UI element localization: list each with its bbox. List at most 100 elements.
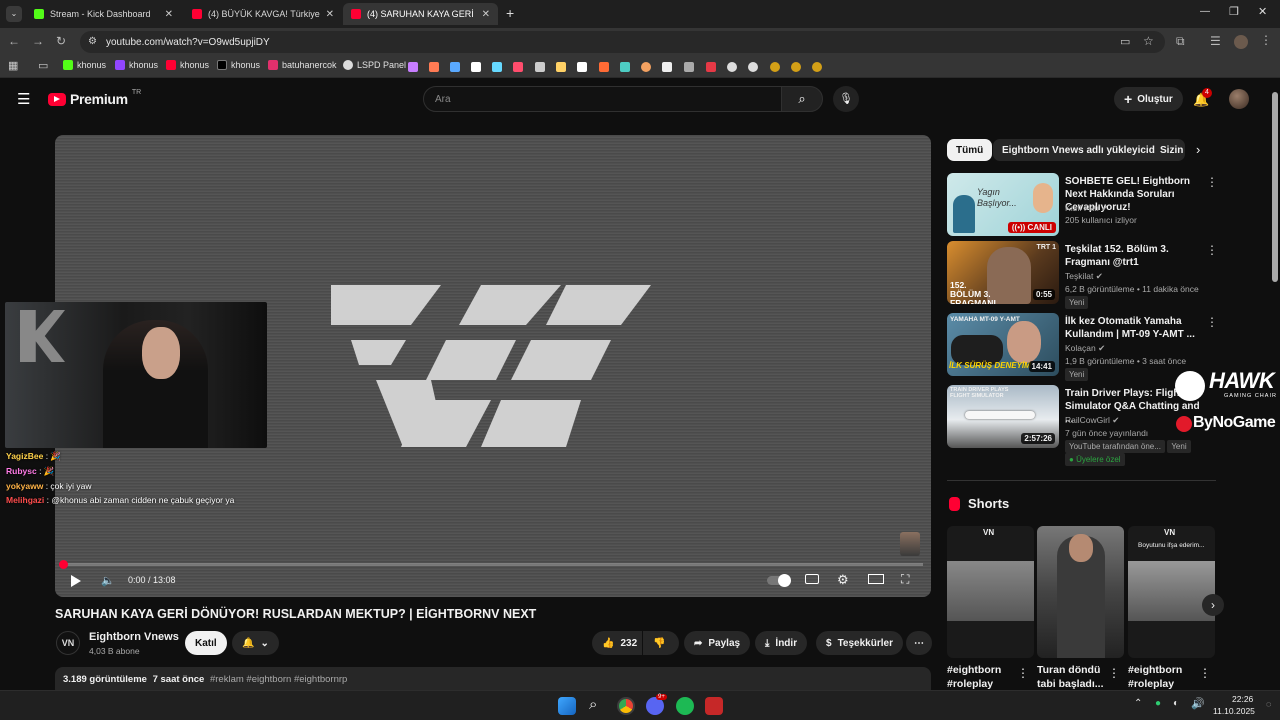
window-close-icon[interactable]: ✕: [1258, 5, 1267, 18]
bookmark-icon-20[interactable]: [812, 62, 822, 72]
more-vert-icon[interactable]: ⋮: [1206, 315, 1218, 329]
chip-all[interactable]: Tümü: [947, 139, 993, 161]
tab-search-button[interactable]: ⌄: [6, 6, 22, 22]
windows-start-icon[interactable]: [558, 697, 576, 715]
bookmark-icon-3[interactable]: [450, 62, 460, 72]
apps-grid-icon[interactable]: ▦: [8, 59, 18, 72]
hashtags[interactable]: #reklam #eightborn #eightbornrp: [210, 674, 347, 685]
like-button[interactable]: 👍 232: [592, 631, 642, 655]
bookmark-khonus-kick[interactable]: khonus: [63, 60, 106, 70]
close-icon[interactable]: ✕: [165, 9, 173, 20]
extensions-icon[interactable]: ⧉: [1176, 34, 1185, 49]
bookmark-icon-14[interactable]: [684, 62, 694, 72]
short-title[interactable]: Turan döndü tabi başladı...: [1037, 663, 1115, 690]
shorts-next-button[interactable]: ›: [1202, 594, 1224, 616]
app-icon[interactable]: [705, 697, 723, 715]
join-button[interactable]: Katıl: [185, 631, 227, 655]
recommendation-item[interactable]: 152. BÖLÜM 3. FRAGMANI TRT 1 0:55 Teşkil…: [947, 241, 1237, 309]
subscribed-bell-button[interactable]: 🔔 ⌄: [232, 631, 279, 655]
tab-youtube-saruhan[interactable]: (4) SARUHAN KAYA GERİ DÖNÜ ✕: [343, 3, 498, 25]
bookmark-icon-19[interactable]: [791, 62, 801, 72]
bookmark-icon-18[interactable]: [770, 62, 780, 72]
settings-gear-icon[interactable]: ⚙: [837, 572, 849, 588]
cast-icon[interactable]: ▭: [1120, 35, 1130, 48]
dislike-button[interactable]: 👎: [643, 631, 679, 655]
profile-avatar[interactable]: [1234, 35, 1248, 49]
close-icon[interactable]: ✕: [482, 9, 490, 20]
maximize-icon[interactable]: ❐: [1229, 5, 1239, 18]
bookmark-icon-5[interactable]: [492, 62, 502, 72]
play-icon[interactable]: [71, 575, 81, 587]
tab-kick-dashboard[interactable]: Stream - Kick Dashboard ✕: [26, 3, 181, 25]
chevron-right-icon[interactable]: ›: [1196, 142, 1200, 157]
short-title[interactable]: #eightborn #roleplay: [947, 663, 1025, 690]
bookmark-batuhanercok[interactable]: batuhanercok: [268, 60, 337, 70]
close-icon[interactable]: ✕: [326, 9, 334, 20]
reload-icon[interactable]: ↻: [56, 34, 66, 48]
new-tab-button[interactable]: +: [506, 5, 514, 21]
short-thumbnail[interactable]: VN: [947, 526, 1034, 658]
tab-youtube-kavga[interactable]: (4) BÜYÜK KAVGA! Türkiye'de Y ✕: [184, 3, 342, 25]
description-box[interactable]: 3.189 görüntüleme 7 saat önce #reklam #e…: [55, 667, 931, 690]
download-button[interactable]: ⤓ İndir: [755, 631, 808, 655]
hamburger-menu-icon[interactable]: ☰: [17, 90, 30, 108]
progress-scrubber[interactable]: [59, 560, 68, 569]
reading-list-icon[interactable]: ☰: [1210, 34, 1221, 48]
chip-for-you[interactable]: Sizin: [1155, 139, 1185, 161]
bookmark-icon-16[interactable]: [727, 62, 737, 72]
bookmark-icon-12[interactable]: [641, 62, 651, 72]
youtube-logo[interactable]: Premium TR: [48, 89, 141, 107]
channel-avatar[interactable]: VN: [56, 631, 80, 655]
search-icon[interactable]: ⌕: [589, 696, 597, 713]
bookmark-icon-10[interactable]: [599, 62, 609, 72]
bookmark-icon-8[interactable]: [556, 62, 566, 72]
autoplay-toggle[interactable]: [767, 574, 791, 587]
chip-from-uploader[interactable]: Eightborn Vnews adlı yükleyiciden: [993, 139, 1176, 161]
headset-icon[interactable]: ◐: [1173, 698, 1179, 709]
more-vert-icon[interactable]: ⋮: [1206, 243, 1218, 257]
volume-icon[interactable]: 🔈: [101, 574, 115, 587]
bookmark-icon-7[interactable]: [535, 62, 545, 72]
short-thumbnail[interactable]: VN Boyutunu ifşa ederim...: [1128, 526, 1215, 658]
short-title[interactable]: #eightborn #roleplay: [1128, 663, 1206, 690]
clock-date[interactable]: 11.10.2025: [1213, 706, 1255, 716]
more-vert-icon[interactable]: ⋮: [1108, 666, 1120, 680]
thanks-button[interactable]: $ Teşekkürler: [816, 631, 903, 655]
progress-bar[interactable]: [59, 560, 923, 569]
back-icon[interactable]: ←: [8, 34, 20, 48]
bookmark-icon-15[interactable]: [706, 62, 716, 72]
address-bar[interactable]: ⚙ youtube.com/watch?v=O9wd5upjiDY ▭ ☆: [80, 31, 1165, 53]
speaker-icon[interactable]: 🔊: [1191, 697, 1205, 710]
bookmark-icon-17[interactable]: [748, 62, 758, 72]
page-scrollbar[interactable]: [1272, 92, 1278, 282]
share-button[interactable]: ➦ Paylaş: [684, 631, 751, 655]
tray-chevron-icon[interactable]: ⌃: [1134, 698, 1142, 709]
channel-watermark[interactable]: [900, 532, 920, 556]
bookmark-khonus-youtube[interactable]: khonus: [166, 60, 209, 70]
voice-search-button[interactable]: 🎙: [833, 86, 859, 112]
search-button[interactable]: ⌕: [781, 86, 823, 112]
bookmark-icon-13[interactable]: [662, 62, 672, 72]
site-info-icon[interactable]: ⚙: [88, 36, 97, 47]
theater-mode-icon[interactable]: [868, 574, 884, 584]
more-vert-icon[interactable]: ⋮: [1017, 666, 1029, 680]
account-avatar[interactable]: [1229, 89, 1249, 109]
spotify-icon[interactable]: [676, 697, 694, 715]
recommendation-item[interactable]: Yagın Başlıyor... ((•)) CANLI SOHBETE GE…: [947, 173, 1237, 237]
search-input[interactable]: Ara: [435, 94, 451, 105]
bookmark-icon-2[interactable]: [429, 62, 439, 72]
bookmark-icon-11[interactable]: [620, 62, 630, 72]
search-box[interactable]: Ara: [423, 86, 782, 112]
bookmark-khonus-x[interactable]: khonus: [217, 60, 260, 70]
bookmark-icon-9[interactable]: [577, 62, 587, 72]
bookmark-icon-4[interactable]: [471, 62, 481, 72]
more-actions-button[interactable]: ⋯: [906, 631, 932, 655]
create-button[interactable]: + Oluştur: [1114, 87, 1183, 111]
menu-kebab-icon[interactable]: ⋮: [1260, 33, 1272, 47]
channel-name[interactable]: Eightborn Vnews: [89, 631, 179, 643]
bookmark-lspd-panel[interactable]: LSPD Panel: [343, 60, 406, 70]
forward-icon[interactable]: →: [32, 34, 44, 48]
notification-center-icon[interactable]: ◌: [1266, 699, 1271, 709]
minimize-icon[interactable]: —: [1200, 6, 1210, 17]
bookmark-icon-1[interactable]: [408, 62, 418, 72]
